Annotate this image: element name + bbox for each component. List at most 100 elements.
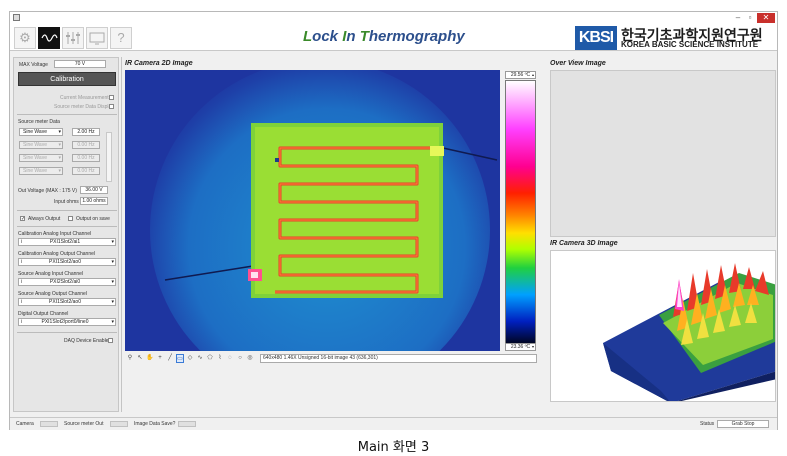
waveform-button[interactable] [38, 27, 60, 49]
channel-label-5: Digital Output Channel [18, 311, 69, 317]
chevron-down-icon: ▾ [111, 259, 114, 265]
always-output-checkbox[interactable]: ✓ [20, 216, 25, 222]
image-save-indicator [178, 421, 196, 427]
gear-icon: ⚙ [19, 30, 31, 45]
max-voltage-input[interactable]: 70 V [54, 60, 106, 68]
annulus-icon[interactable]: ◎ [246, 354, 254, 363]
daq-enable-checkbox[interactable] [108, 338, 113, 343]
line-icon[interactable]: ╱ [166, 354, 174, 363]
application-window: – ▫ ✕ ⚙ ? Lock In Thermography KBSI 한국기초… [9, 11, 778, 430]
wave-list-scrollbar[interactable] [106, 132, 112, 182]
channel-label-4: Source Analog Output Channel [18, 291, 87, 297]
help-button[interactable]: ? [110, 27, 132, 49]
control-panel: MAX Voltage 70 V Calibration Current Mea… [13, 57, 119, 412]
chevron-down-icon: ▾ [111, 279, 114, 285]
overview-title: Over View Image [550, 60, 606, 67]
chevron-down-icon: ▾ [58, 129, 61, 135]
ir-3d-image[interactable] [550, 250, 776, 402]
source-meter-display-checkbox[interactable] [109, 104, 114, 109]
scale-max-input[interactable]: 29.56 ºC ▴ [505, 71, 536, 79]
out-voltage-label: Out Voltage (MAX : 175 V) [18, 188, 77, 194]
wave-select-1[interactable]: Sine Wave ▾ [19, 128, 63, 136]
scale-min-input[interactable]: 23.36 ºC ▾ [505, 343, 536, 351]
figure-caption: Main 화면 3 [357, 440, 430, 455]
spin-icon: ▾ [531, 344, 534, 349]
out-voltage-input[interactable]: 36.00 V [80, 186, 108, 194]
thermal-image [125, 70, 500, 351]
pan-icon[interactable]: ✋ [146, 354, 154, 363]
freehand-icon[interactable]: ∿ [196, 354, 204, 363]
pointer-icon[interactable]: ↖ [136, 354, 144, 363]
wave-select-2[interactable]: Sine Wave ▾ [19, 141, 63, 149]
ir-2d-title: IR Camera 2D Image [125, 60, 193, 67]
chevron-down-icon: ▾ [111, 299, 114, 305]
wave-select-4[interactable]: Sine Wave ▾ [19, 167, 63, 175]
source-meter-display-label: Source meter Data Display [54, 104, 114, 110]
ir-3d-title: IR Camera 3D Image [550, 240, 618, 247]
maximize-button[interactable]: ▫ [745, 13, 755, 23]
lasso-icon[interactable]: ◌ [226, 354, 234, 363]
chevron-down-icon: ▾ [111, 319, 114, 325]
ir-2d-image[interactable] [125, 70, 500, 351]
current-measurement-checkbox[interactable] [109, 95, 114, 100]
toolbar: ⚙ ? Lock In Thermography KBSI 한국기초과학지원연구… [10, 24, 777, 51]
source-ao-channel-select[interactable]: Ⅰ PXI1Slot2/ao0 ▾ [18, 298, 116, 306]
sliders-button[interactable] [62, 27, 84, 49]
settings-button[interactable]: ⚙ [14, 27, 36, 49]
max-voltage-label: MAX Voltage [19, 62, 48, 68]
always-output-label: Always Output [28, 216, 61, 222]
calibration-ao-channel-select[interactable]: Ⅰ PXI1Slot2/ao0 ▾ [18, 258, 116, 266]
channel-label-1: Calibration Analog Input Channel [18, 231, 92, 237]
divider [17, 210, 117, 211]
frequency-input-3[interactable]: 0.00 Hz [72, 154, 100, 162]
chevron-down-icon: ▾ [58, 168, 61, 174]
display-button[interactable] [86, 27, 108, 49]
image-save-label: Image Data Save? [134, 421, 176, 427]
surface-plot [603, 263, 775, 401]
title-bar: – ▫ ✕ [10, 12, 777, 24]
divider [17, 226, 117, 227]
calibration-ai-channel-select[interactable]: Ⅰ PXI1Slot2/ai1 ▾ [18, 238, 116, 246]
color-scale-bar [505, 80, 536, 349]
frequency-input-4[interactable]: 0.00 Hz [72, 167, 100, 175]
chevron-down-icon: ▾ [111, 239, 114, 245]
frequency-input-2[interactable]: 0.00 Hz [72, 141, 100, 149]
frequency-input-1[interactable]: 2.00 Hz [72, 128, 100, 136]
source-meter-data-label: Source meter Data [18, 119, 60, 125]
output-on-save-checkbox[interactable] [68, 216, 73, 221]
polyline-icon[interactable]: ⌇ [216, 354, 224, 363]
spin-icon: ▴ [531, 72, 534, 77]
input-ohms-label: Input ohms [54, 199, 79, 205]
overview-image[interactable] [550, 70, 776, 237]
calibration-button[interactable]: Calibration [18, 72, 116, 86]
source-ai-channel-select[interactable]: Ⅰ PXI2Slot2/ai0 ▾ [18, 278, 116, 286]
input-ohms-input[interactable]: 1.00 ohms [80, 197, 108, 205]
source-meter-out-label: Source meter Out [64, 421, 104, 427]
app-title: Lock In Thermography [303, 28, 465, 45]
status-label: Status [700, 421, 715, 427]
daq-enable-label: DAQ Device Enable [64, 338, 109, 344]
monitor-icon [89, 32, 105, 45]
image-info-bar: 640x480 1.46X Unsigned 16-bit image 43 (… [260, 354, 537, 363]
wave-select-3[interactable]: Sine Wave ▾ [19, 154, 63, 162]
minimize-button[interactable]: – [733, 13, 743, 23]
source-meter-out-indicator [110, 421, 128, 427]
rectangle-icon[interactable]: ▭ [176, 354, 184, 363]
current-measurement-label: Current Measurement [60, 95, 109, 101]
status-bar: Camera Source meter Out Image Data Save?… [10, 417, 777, 430]
panel-divider [121, 57, 122, 412]
rotated-rect-icon[interactable]: ◇ [186, 354, 194, 363]
image-tools: ⚲ ↖ ✋ + ╱ ▭ ◇ ∿ ⬠ ⌇ ◌ ○ ◎ [126, 354, 254, 364]
ellipse-icon[interactable]: ○ [236, 354, 244, 363]
digital-output-channel-select[interactable]: Ⅰ PXI1Slot2/port0/line0 ▾ [18, 318, 116, 326]
channel-label-3: Source Analog Input Channel [18, 271, 84, 277]
close-button[interactable]: ✕ [757, 13, 775, 23]
status-value: Grab Stop [717, 420, 769, 428]
help-icon: ? [117, 30, 125, 45]
crosshair-icon[interactable]: + [156, 354, 164, 363]
polygon-icon[interactable]: ⬠ [206, 354, 214, 363]
app-icon [13, 14, 20, 21]
zoom-icon[interactable]: ⚲ [126, 354, 134, 363]
channel-label-2: Calibration Analog Output Channel [18, 251, 95, 257]
chevron-down-icon: ▾ [58, 142, 61, 148]
